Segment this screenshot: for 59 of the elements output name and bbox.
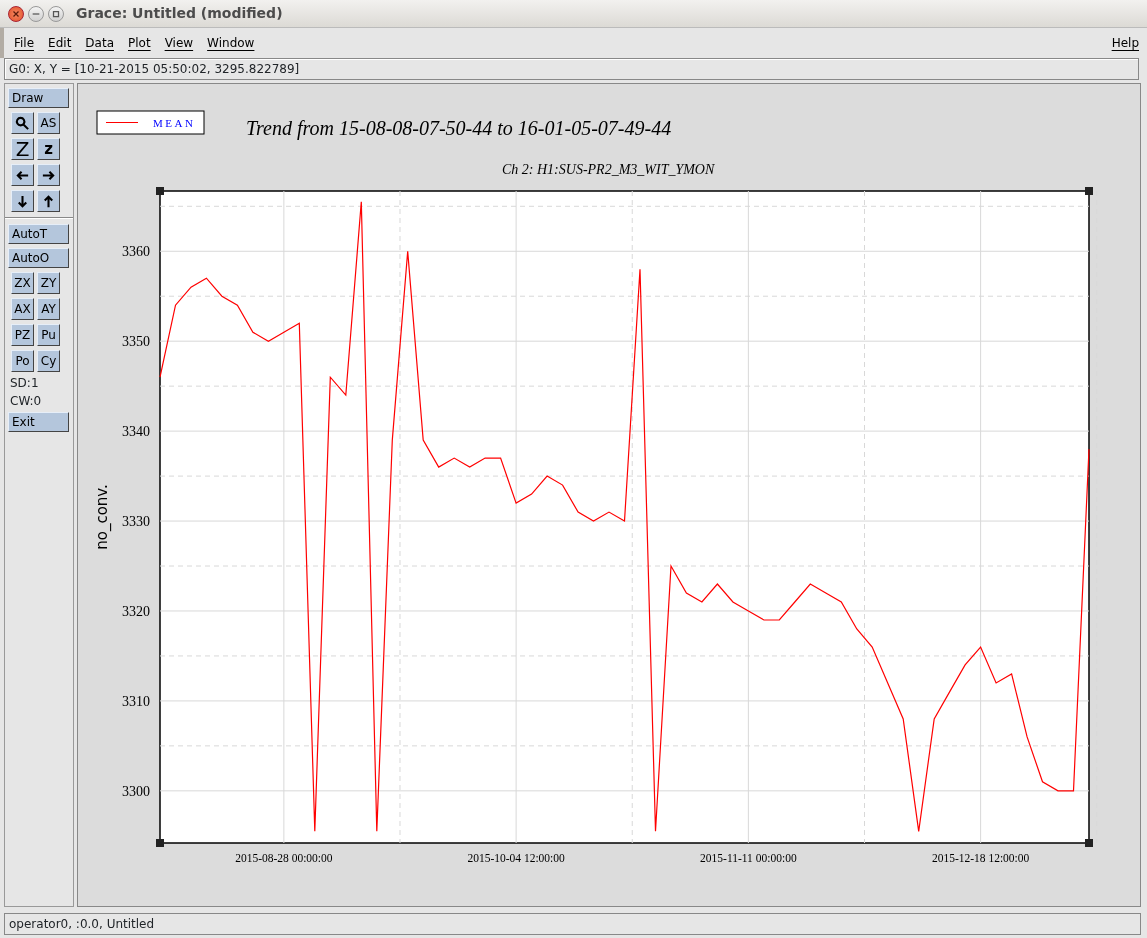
x-tick-label: 2015-12-18 12:00:00 bbox=[931, 852, 1030, 864]
y-tick-label: 3300 bbox=[122, 783, 150, 799]
selection-handle[interactable] bbox=[1085, 187, 1093, 195]
selection-handle[interactable] bbox=[156, 187, 164, 195]
toolbar-button[interactable]: AutoT bbox=[8, 224, 69, 244]
plot-title: Trend from 15-08-08-07-50-44 to 16-01-05-07-49-44 bbox=[246, 117, 672, 139]
toolbar-button[interactable]: PZ bbox=[11, 324, 34, 346]
close-button[interactable] bbox=[8, 5, 24, 22]
down-arrow-icon bbox=[15, 193, 30, 209]
toolbar-button[interactable]: ZY bbox=[37, 272, 60, 294]
x-tick-label: 2015-11-11 00:00:00 bbox=[700, 852, 797, 864]
selection-handle[interactable] bbox=[1085, 839, 1093, 847]
y-tick-label: 3330 bbox=[122, 514, 150, 530]
toolbar-button[interactable] bbox=[11, 112, 34, 134]
maximize-button[interactable] bbox=[48, 5, 64, 22]
menu-item[interactable]: Edit bbox=[48, 34, 72, 52]
y-tick-label: 3310 bbox=[122, 693, 150, 709]
status-bar: operator0, :0.0, Untitled bbox=[4, 913, 1141, 935]
toolbar-button[interactable]: Exit bbox=[8, 412, 69, 432]
y-axis-label: no_conv. bbox=[93, 484, 111, 550]
menu-item[interactable]: Window bbox=[207, 34, 255, 52]
toolbar-button[interactable] bbox=[11, 164, 34, 186]
maximize-icon bbox=[51, 8, 61, 19]
legend-label: MEAN bbox=[153, 117, 196, 129]
toolbar-button[interactable] bbox=[37, 190, 60, 212]
toolbar-button[interactable]: AX bbox=[11, 298, 34, 320]
status-readout: SD:1 bbox=[9, 376, 40, 390]
toolbar-button[interactable]: Z bbox=[11, 138, 34, 160]
menu-item[interactable]: Data bbox=[85, 34, 114, 52]
toolbar-button[interactable] bbox=[11, 190, 34, 212]
magnifier-icon bbox=[15, 115, 30, 131]
menu-item[interactable]: File bbox=[14, 34, 35, 52]
status-readout: CW:0 bbox=[9, 394, 43, 408]
legend-line-icon bbox=[105, 122, 139, 123]
menu-item[interactable]: Plot bbox=[128, 34, 151, 52]
toolbar-button[interactable] bbox=[37, 164, 60, 186]
close-icon bbox=[11, 8, 21, 19]
menu-item[interactable]: View bbox=[164, 34, 194, 52]
menu-item[interactable]: Help bbox=[1111, 34, 1139, 52]
plot-subtitle: Ch 2: H1:SUS-PR2_M3_WIT_YMON bbox=[502, 162, 715, 177]
toolbar-button[interactable]: Po bbox=[11, 350, 34, 372]
y-tick-label: 3320 bbox=[122, 604, 150, 619]
window-title: Grace: Untitled (modified) bbox=[76, 4, 283, 23]
x-tick-label: 2015-08-28 00:00:00 bbox=[235, 852, 333, 864]
toolbar-button[interactable]: Cy bbox=[37, 350, 60, 372]
up-arrow-icon bbox=[41, 193, 56, 209]
locator-readout: G0: X, Y = [10-21-2015 05:50:02, 3295.822789] bbox=[4, 58, 1139, 80]
toolbar-button[interactable]: AY bbox=[37, 298, 60, 320]
y-tick-label: 3350 bbox=[122, 334, 150, 350]
y-tick-label: 3360 bbox=[122, 244, 150, 260]
toolbar-button[interactable]: Pu bbox=[37, 324, 60, 346]
toolbar-button[interactable]: Draw bbox=[8, 88, 69, 108]
toolbar-button[interactable]: z bbox=[37, 138, 60, 160]
y-tick-label: 3340 bbox=[122, 424, 150, 440]
toolbar-button[interactable]: ZX bbox=[11, 272, 34, 294]
toolbar-button[interactable]: AutoO bbox=[8, 248, 69, 268]
toolbar-button[interactable]: AS bbox=[37, 112, 60, 134]
x-tick-label: 2015-10-04 12:00:00 bbox=[467, 852, 565, 864]
selection-handle[interactable] bbox=[156, 839, 164, 847]
